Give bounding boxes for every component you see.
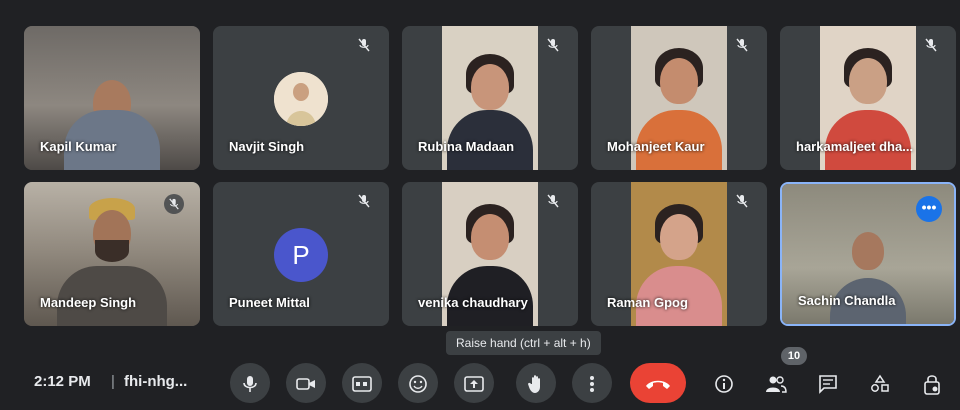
person-head xyxy=(660,214,698,260)
participant-name: harkamaljeet dha... xyxy=(796,139,914,154)
end-call-button[interactable] xyxy=(630,363,686,403)
participant-tile[interactable]: Kapil Kumar xyxy=(24,26,200,170)
participant-tile[interactable]: Mohanjeet Kaur xyxy=(591,26,767,170)
more-options-icon[interactable]: ••• xyxy=(916,196,942,222)
participant-tile[interactable]: venika chaudhary xyxy=(402,182,578,326)
participant-tile[interactable]: P Puneet Mittal xyxy=(213,182,389,326)
more-options-button[interactable] xyxy=(572,363,612,403)
person-beard xyxy=(95,240,129,262)
mic-off-icon xyxy=(355,194,373,212)
meeting-separator: | xyxy=(111,373,115,390)
person-head xyxy=(852,232,884,270)
people-icon[interactable] xyxy=(760,367,792,399)
participant-name: Mandeep Singh xyxy=(40,295,137,310)
participant-name: Sachin Chandla xyxy=(798,293,896,308)
mic-off-icon xyxy=(544,194,562,212)
participant-tile[interactable]: ••• Sachin Chandla xyxy=(780,182,956,326)
mic-off-icon xyxy=(733,38,751,56)
mic-off-icon xyxy=(922,38,940,56)
host-controls-icon[interactable] xyxy=(916,367,948,399)
chat-icon[interactable] xyxy=(812,367,844,399)
mic-off-icon xyxy=(355,38,373,56)
person-head xyxy=(471,214,509,260)
meeting-time: 2:12 PM xyxy=(34,373,91,390)
participant-name: Rubina Madaan xyxy=(418,139,515,154)
person-head xyxy=(849,58,887,104)
microphone-button[interactable] xyxy=(230,363,270,403)
present-screen-button[interactable] xyxy=(454,363,494,403)
participant-avatar: P xyxy=(274,228,328,282)
mic-off-icon xyxy=(544,38,562,56)
raise-hand-tooltip: Raise hand (ctrl + alt + h) xyxy=(446,331,601,355)
meeting-code: fhi-nhg... xyxy=(124,373,188,390)
meeting-details-icon[interactable] xyxy=(708,367,740,399)
participant-tile[interactable]: Mandeep Singh xyxy=(24,182,200,326)
people-count-badge: 10 xyxy=(781,347,807,365)
person-head xyxy=(660,58,698,104)
participant-name: venika chaudhary xyxy=(418,295,528,310)
participant-tile[interactable]: Raman Gpog xyxy=(591,182,767,326)
participant-tile[interactable]: harkamaljeet dha... xyxy=(780,26,956,170)
mic-off-icon xyxy=(164,194,184,214)
participant-avatar xyxy=(274,72,328,126)
participant-tile[interactable]: Navjit Singh xyxy=(213,26,389,170)
participant-name: Navjit Singh xyxy=(229,139,305,154)
emoji-button[interactable] xyxy=(398,363,438,403)
participant-name: Puneet Mittal xyxy=(229,295,310,310)
person-head xyxy=(471,64,509,110)
activities-icon[interactable] xyxy=(864,367,896,399)
participant-name: Mohanjeet Kaur xyxy=(607,139,705,154)
participant-name: Raman Gpog xyxy=(607,295,688,310)
participant-name: Kapil Kumar xyxy=(40,139,117,154)
mic-off-icon xyxy=(733,194,751,212)
participant-tile[interactable]: Rubina Madaan xyxy=(402,26,578,170)
captions-button[interactable] xyxy=(342,363,382,403)
raise-hand-button[interactable] xyxy=(516,363,556,403)
camera-button[interactable] xyxy=(286,363,326,403)
